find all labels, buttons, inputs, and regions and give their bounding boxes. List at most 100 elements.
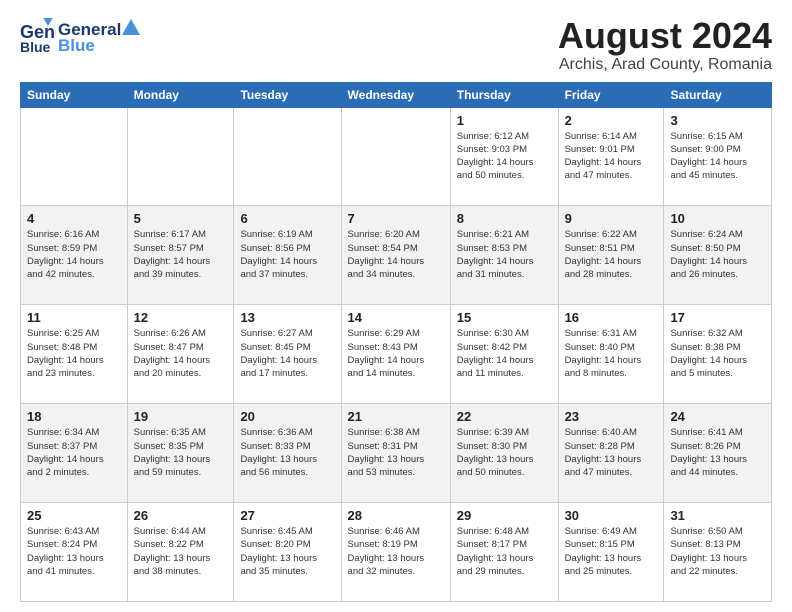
day-info: Sunrise: 6:19 AM Sunset: 8:56 PM Dayligh… — [240, 228, 334, 281]
calendar-cell: 24Sunrise: 6:41 AM Sunset: 8:26 PM Dayli… — [664, 404, 772, 503]
day-info: Sunrise: 6:26 AM Sunset: 8:47 PM Dayligh… — [134, 327, 228, 380]
day-number: 13 — [240, 310, 334, 325]
logo-blue: Blue — [58, 36, 140, 56]
day-number: 24 — [670, 409, 765, 424]
calendar-cell: 4 Sunrise: 6:16 AM Sunset: 8:59 PM Daylig… — [21, 206, 128, 305]
day-info: Sunrise: 6:17 AM Sunset: 8:57 PM Dayligh… — [134, 228, 228, 281]
day-number: 28 — [348, 508, 444, 523]
week-row-4: 18 Sunrise: 6:34 AM Sunset: 8:37 PM Dayli… — [21, 404, 772, 503]
calendar-cell: 23Sunrise: 6:40 AM Sunset: 8:28 PM Dayli… — [558, 404, 664, 503]
logo-icon: General Blue — [20, 18, 56, 54]
day-number: 19 — [134, 409, 228, 424]
calendar-cell: 29 Sunrise: 6:48 AM Sunset: 8:17 PM Dayli… — [450, 503, 558, 602]
weekday-header-tuesday: Tuesday — [234, 82, 341, 107]
day-number: 9 — [565, 211, 658, 226]
day-info: Sunrise: 6:49 AM Sunset: 8:15 PM Dayligh… — [565, 525, 658, 578]
day-number: 26 — [134, 508, 228, 523]
calendar-cell: 8Sunrise: 6:21 AM Sunset: 8:53 PM Daylig… — [450, 206, 558, 305]
day-number: 15 — [457, 310, 552, 325]
weekday-header-thursday: Thursday — [450, 82, 558, 107]
calendar-cell: 13 Sunrise: 6:27 AM Sunset: 8:45 PM Dayli… — [234, 305, 341, 404]
calendar-table: SundayMondayTuesdayWednesdayThursdayFrid… — [20, 82, 772, 602]
calendar-cell — [21, 107, 128, 206]
day-number: 3 — [670, 113, 765, 128]
calendar-cell: 21 Sunrise: 6:38 AM Sunset: 8:31 PM Dayli… — [341, 404, 450, 503]
calendar-cell: 31 Sunrise: 6:50 AM Sunset: 8:13 PM Dayli… — [664, 503, 772, 602]
calendar-cell: 11 Sunrise: 6:25 AM Sunset: 8:48 PM Dayli… — [21, 305, 128, 404]
day-number: 18 — [27, 409, 121, 424]
day-number: 22 — [457, 409, 552, 424]
calendar-cell: 28Sunrise: 6:46 AM Sunset: 8:19 PM Dayli… — [341, 503, 450, 602]
day-info: Sunrise: 6:30 AM Sunset: 8:42 PM Dayligh… — [457, 327, 552, 380]
calendar-cell: 30Sunrise: 6:49 AM Sunset: 8:15 PM Dayli… — [558, 503, 664, 602]
header: General Blue General Blue August 2024 Ar… — [20, 16, 772, 74]
calendar-cell — [127, 107, 234, 206]
calendar-cell: 19 Sunrise: 6:35 AM Sunset: 8:35 PM Dayli… — [127, 404, 234, 503]
week-row-3: 11 Sunrise: 6:25 AM Sunset: 8:48 PM Dayli… — [21, 305, 772, 404]
calendar-cell — [341, 107, 450, 206]
calendar-cell: 14 Sunrise: 6:29 AM Sunset: 8:43 PM Dayli… — [341, 305, 450, 404]
calendar-cell: 18 Sunrise: 6:34 AM Sunset: 8:37 PM Dayli… — [21, 404, 128, 503]
calendar-cell: 1 Sunrise: 6:12 AM Sunset: 9:03 PM Daylig… — [450, 107, 558, 206]
day-number: 11 — [27, 310, 121, 325]
day-info: Sunrise: 6:21 AM Sunset: 8:53 PM Dayligh… — [457, 228, 552, 281]
day-number: 20 — [240, 409, 334, 424]
day-number: 25 — [27, 508, 121, 523]
day-info: Sunrise: 6:31 AM Sunset: 8:40 PM Dayligh… — [565, 327, 658, 380]
calendar-cell: 25 Sunrise: 6:43 AM Sunset: 8:24 PM Dayli… — [21, 503, 128, 602]
day-number: 27 — [240, 508, 334, 523]
day-info: Sunrise: 6:12 AM Sunset: 9:03 PM Dayligh… — [457, 130, 552, 183]
calendar-cell: 26 Sunrise: 6:44 AM Sunset: 8:22 PM Dayli… — [127, 503, 234, 602]
week-row-5: 25 Sunrise: 6:43 AM Sunset: 8:24 PM Dayli… — [21, 503, 772, 602]
day-info: Sunrise: 6:35 AM Sunset: 8:35 PM Dayligh… — [134, 426, 228, 479]
day-number: 1 — [457, 113, 552, 128]
day-info: Sunrise: 6:39 AM Sunset: 8:30 PM Dayligh… — [457, 426, 552, 479]
day-info: Sunrise: 6:44 AM Sunset: 8:22 PM Dayligh… — [134, 525, 228, 578]
day-info: Sunrise: 6:20 AM Sunset: 8:54 PM Dayligh… — [348, 228, 444, 281]
day-info: Sunrise: 6:24 AM Sunset: 8:50 PM Dayligh… — [670, 228, 765, 281]
day-info: Sunrise: 6:32 AM Sunset: 8:38 PM Dayligh… — [670, 327, 765, 380]
day-info: Sunrise: 6:36 AM Sunset: 8:33 PM Dayligh… — [240, 426, 334, 479]
day-info: Sunrise: 6:38 AM Sunset: 8:31 PM Dayligh… — [348, 426, 444, 479]
day-number: 4 — [27, 211, 121, 226]
day-info: Sunrise: 6:22 AM Sunset: 8:51 PM Dayligh… — [565, 228, 658, 281]
calendar-cell: 27Sunrise: 6:45 AM Sunset: 8:20 PM Dayli… — [234, 503, 341, 602]
calendar-cell — [234, 107, 341, 206]
day-info: Sunrise: 6:43 AM Sunset: 8:24 PM Dayligh… — [27, 525, 121, 578]
day-info: Sunrise: 6:15 AM Sunset: 9:00 PM Dayligh… — [670, 130, 765, 183]
title-block: August 2024 Archis, Arad County, Romania — [558, 16, 772, 74]
day-number: 17 — [670, 310, 765, 325]
calendar-cell: 10 Sunrise: 6:24 AM Sunset: 8:50 PM Dayli… — [664, 206, 772, 305]
calendar-cell: 22 Sunrise: 6:39 AM Sunset: 8:30 PM Dayli… — [450, 404, 558, 503]
calendar-cell: 9 Sunrise: 6:22 AM Sunset: 8:51 PM Daylig… — [558, 206, 664, 305]
day-info: Sunrise: 6:48 AM Sunset: 8:17 PM Dayligh… — [457, 525, 552, 578]
day-number: 10 — [670, 211, 765, 226]
day-info: Sunrise: 6:34 AM Sunset: 8:37 PM Dayligh… — [27, 426, 121, 479]
day-info: Sunrise: 6:40 AM Sunset: 8:28 PM Dayligh… — [565, 426, 658, 479]
day-info: Sunrise: 6:14 AM Sunset: 9:01 PM Dayligh… — [565, 130, 658, 183]
calendar-cell: 17 Sunrise: 6:32 AM Sunset: 8:38 PM Dayli… — [664, 305, 772, 404]
day-info: Sunrise: 6:27 AM Sunset: 8:45 PM Dayligh… — [240, 327, 334, 380]
day-number: 31 — [670, 508, 765, 523]
logo-triangle-icon — [122, 19, 140, 35]
day-info: Sunrise: 6:29 AM Sunset: 8:43 PM Dayligh… — [348, 327, 444, 380]
calendar-cell: 20 Sunrise: 6:36 AM Sunset: 8:33 PM Dayli… — [234, 404, 341, 503]
day-number: 29 — [457, 508, 552, 523]
day-number: 14 — [348, 310, 444, 325]
day-info: Sunrise: 6:25 AM Sunset: 8:48 PM Dayligh… — [27, 327, 121, 380]
calendar-cell: 15 Sunrise: 6:30 AM Sunset: 8:42 PM Dayli… — [450, 305, 558, 404]
day-number: 12 — [134, 310, 228, 325]
weekday-header-monday: Monday — [127, 82, 234, 107]
page: General Blue General Blue August 2024 Ar… — [0, 0, 792, 612]
day-number: 16 — [565, 310, 658, 325]
weekday-header-friday: Friday — [558, 82, 664, 107]
day-info: Sunrise: 6:50 AM Sunset: 8:13 PM Dayligh… — [670, 525, 765, 578]
day-number: 2 — [565, 113, 658, 128]
day-number: 5 — [134, 211, 228, 226]
logo: General Blue General Blue — [20, 16, 140, 59]
calendar-cell: 5 Sunrise: 6:17 AM Sunset: 8:57 PM Daylig… — [127, 206, 234, 305]
week-row-2: 4 Sunrise: 6:16 AM Sunset: 8:59 PM Daylig… — [21, 206, 772, 305]
day-info: Sunrise: 6:16 AM Sunset: 8:59 PM Dayligh… — [27, 228, 121, 281]
weekday-header-saturday: Saturday — [664, 82, 772, 107]
day-number: 21 — [348, 409, 444, 424]
